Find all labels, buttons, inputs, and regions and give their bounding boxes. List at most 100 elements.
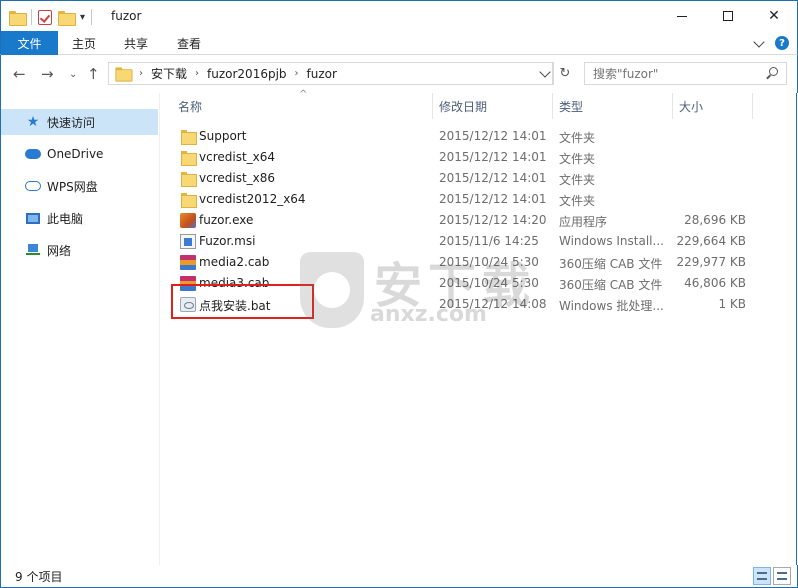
minimize-icon	[677, 15, 687, 17]
status-bar: 9 个项目	[0, 565, 798, 588]
ribbon-controls: ?	[753, 35, 789, 50]
column-header-name[interactable]: 名称	[178, 93, 202, 119]
file-type: 应用程序	[559, 215, 608, 229]
recent-locations-chevron-icon[interactable]: ⌄	[69, 69, 77, 80]
up-arrow-icon[interactable]: ↑	[87, 65, 100, 83]
file-size: 229,977 KB	[676, 255, 746, 269]
cab-icon	[180, 255, 196, 270]
file-row-vcredist-x86[interactable]: vcredist_x86 2015/12/12 14:01 文件夹	[174, 168, 774, 189]
sidebar-item-this-pc[interactable]: 此电脑	[1, 205, 158, 231]
breadcrumb-separator-icon[interactable]: ›	[139, 68, 143, 79]
maximize-button[interactable]	[705, 1, 751, 31]
breadcrumb-item[interactable]: 安下载	[151, 65, 187, 82]
file-type: 文件夹	[559, 173, 596, 187]
file-name: media2.cab	[199, 255, 270, 269]
column-divider[interactable]	[432, 93, 433, 119]
file-size: 28,696 KB	[684, 213, 746, 227]
sidebar-item-label: 网络	[47, 243, 72, 258]
tab-file[interactable]: 文件	[1, 31, 58, 55]
exe-icon	[180, 213, 196, 228]
file-size: 229,664 KB	[676, 234, 746, 248]
highlight-annotation-box	[171, 284, 314, 319]
back-arrow-icon[interactable]: ←	[13, 65, 26, 83]
search-icon[interactable]	[766, 67, 778, 79]
location-folder-icon	[115, 67, 133, 82]
title-bar: ▾ fuzor ✕	[0, 0, 798, 31]
star-icon: ★	[26, 114, 40, 130]
file-row-vcredist-x64[interactable]: vcredist_x64 2015/12/12 14:01 文件夹	[174, 147, 774, 168]
file-name: vcredist_x86	[199, 171, 276, 185]
address-dropdown-button[interactable]	[536, 62, 554, 85]
sidebar-item-quick-access[interactable]: ★ 快速访问	[1, 109, 158, 135]
file-date: 2015/12/12 14:08	[439, 297, 547, 311]
sidebar-item-onedrive[interactable]: OneDrive	[1, 141, 158, 167]
file-type: Windows 批处理...	[559, 299, 664, 313]
file-date: 2015/12/12 14:01	[439, 192, 547, 206]
large-icons-view-button[interactable]	[773, 567, 791, 585]
file-row-support[interactable]: Support 2015/12/12 14:01 文件夹	[174, 126, 774, 147]
file-name: vcredist2012_x64	[199, 192, 306, 206]
column-header-type[interactable]: 类型	[559, 93, 583, 119]
column-header-size[interactable]: 大小	[679, 93, 703, 119]
item-count: 9 个项目	[15, 570, 63, 584]
tab-share[interactable]: 共享	[124, 31, 148, 55]
chevron-down-icon	[538, 66, 551, 78]
details-view-button[interactable]	[753, 567, 771, 585]
file-name: vcredist_x64	[199, 150, 276, 164]
file-date: 2015/10/24 5:30	[439, 255, 539, 269]
file-row-fuzor-msi[interactable]: Fuzor.msi 2015/11/6 14:25 Windows Instal…	[174, 231, 774, 252]
forward-arrow-icon[interactable]: →	[41, 65, 54, 83]
column-divider[interactable]	[752, 93, 753, 119]
search-box[interactable]	[584, 62, 787, 85]
folder-icon[interactable]	[9, 10, 27, 26]
navigation-pane: ★ 快速访问 OneDrive WPS网盘 此电脑 网络	[0, 93, 160, 565]
quick-access-toolbar: ▾	[9, 7, 93, 27]
sidebar-item-label: OneDrive	[47, 147, 104, 161]
column-divider[interactable]	[552, 93, 553, 119]
file-date: 2015/12/12 14:01	[439, 171, 547, 185]
navigation-bar: ← → ⌄ ↑ › 安下载 › fuzor2016pjb › fuzor ↻	[0, 55, 798, 93]
address-bar[interactable]: › 安下载 › fuzor2016pjb › fuzor	[108, 62, 553, 85]
file-row-vcredist2012-x64[interactable]: vcredist2012_x64 2015/12/12 14:01 文件夹	[174, 189, 774, 210]
maximize-icon	[723, 11, 733, 21]
file-name: fuzor.exe	[199, 213, 254, 227]
details-view-icon	[757, 572, 767, 580]
sidebar-item-label: 快速访问	[47, 115, 96, 130]
breadcrumb-item[interactable]: fuzor2016pjb	[207, 67, 287, 81]
close-button[interactable]: ✕	[751, 1, 797, 31]
file-type: 文件夹	[559, 131, 596, 145]
sidebar-item-wps[interactable]: WPS网盘	[1, 173, 158, 199]
column-header-date[interactable]: 修改日期	[439, 93, 487, 119]
help-icon[interactable]: ?	[775, 36, 789, 50]
sidebar-item-network[interactable]: 网络	[1, 237, 158, 263]
folder-icon	[180, 150, 197, 166]
breadcrumb-separator-icon[interactable]: ›	[195, 68, 199, 79]
column-divider[interactable]	[672, 93, 673, 119]
file-row-fuzor-exe[interactable]: fuzor.exe 2015/12/12 14:20 应用程序 28,696 K…	[174, 210, 774, 231]
computer-icon	[25, 211, 41, 225]
search-input[interactable]	[593, 66, 763, 81]
minimize-button[interactable]	[659, 1, 705, 31]
close-icon: ✕	[768, 8, 780, 24]
tab-home[interactable]: 主页	[72, 31, 96, 55]
wps-cloud-icon	[25, 179, 41, 193]
new-folder-icon[interactable]	[58, 10, 76, 26]
window-controls: ✕	[659, 1, 797, 31]
sort-ascending-icon: ^	[299, 89, 308, 100]
file-type: Windows Install...	[559, 234, 664, 248]
file-row-media2-cab[interactable]: media2.cab 2015/10/24 5:30 360压缩 CAB 文件 …	[174, 252, 774, 273]
file-size: 1 KB	[718, 297, 746, 311]
refresh-button[interactable]: ↻	[555, 62, 575, 85]
folder-icon	[180, 192, 197, 208]
file-date: 2015/10/24 5:30	[439, 276, 539, 290]
breadcrumb-separator-icon[interactable]: ›	[295, 68, 299, 79]
breadcrumb-item[interactable]: fuzor	[307, 67, 337, 81]
expand-ribbon-icon[interactable]	[753, 35, 765, 48]
window-title: fuzor	[111, 9, 142, 23]
tab-view[interactable]: 查看	[177, 31, 201, 55]
properties-icon[interactable]	[38, 9, 52, 25]
file-size: 46,806 KB	[684, 276, 746, 290]
customize-toolbar-dropdown[interactable]: ▾	[80, 12, 85, 23]
file-type: 360压缩 CAB 文件	[559, 278, 663, 292]
file-list: ^ 名称 修改日期 类型 大小 Support 2015/12/12 14:01…	[160, 89, 797, 565]
